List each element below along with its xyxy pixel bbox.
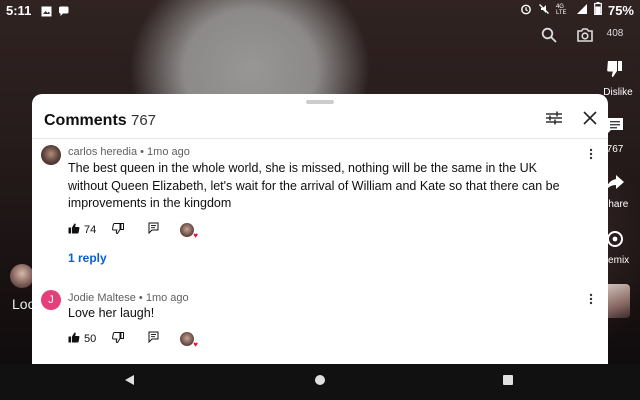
back-button[interactable] [122, 374, 138, 390]
signal-icon [576, 3, 588, 18]
close-button[interactable] [580, 110, 600, 130]
dislike-comment-button[interactable] [112, 222, 124, 238]
camera-icon [576, 28, 594, 47]
like-button[interactable]: 50 [68, 331, 96, 347]
comments-header: Comments 767 [32, 94, 608, 139]
creator-avatar: ♥ [180, 223, 198, 240]
status-right-cluster: 4G LTE 75% [520, 2, 634, 18]
heart-icon: ♥ [193, 340, 198, 349]
comment-icon [605, 118, 625, 138]
comments-count: 767 [131, 112, 157, 129]
comment-actions: 50 ♥ [68, 331, 268, 349]
assistant-icon [58, 5, 69, 16]
kebab-menu-icon [589, 292, 593, 310]
like-count: 50 [84, 333, 97, 345]
comment-more-button[interactable] [586, 148, 596, 164]
comment-text: The best queen in the whole world, she i… [68, 161, 560, 210]
reply-button[interactable] [148, 331, 160, 347]
comments-panel: Comments 767 carlos heredia • 1mo ago Th… [32, 94, 608, 364]
like-count: 74 [84, 224, 97, 236]
comments-title: Comments [44, 112, 127, 129]
thumbs-up-icon [68, 221, 80, 239]
back-triangle-icon [124, 373, 136, 391]
rail-count-item: 408 [598, 28, 632, 39]
reply-icon [148, 221, 160, 239]
creator-avatar: ♥ [180, 332, 198, 349]
comment-item: carlos heredia • 1mo ago The best queen … [32, 144, 608, 304]
share-icon [605, 175, 625, 195]
kebab-menu-icon [589, 147, 593, 165]
sort-filter-button[interactable] [544, 111, 564, 129]
heart-icon: ♥ [193, 231, 198, 240]
reply-icon [148, 330, 160, 348]
mute-icon [538, 3, 550, 18]
rail-count-label: 408 [606, 28, 624, 39]
dislike-comment-button[interactable] [112, 331, 124, 347]
view-replies-link[interactable]: 1 reply [68, 251, 107, 265]
comment-text: Love her laugh! [68, 306, 155, 320]
close-icon [583, 110, 597, 130]
like-button[interactable]: 74 [68, 222, 96, 238]
comment-author-avatar[interactable]: J [41, 290, 61, 310]
comment-author-avatar[interactable] [41, 145, 61, 165]
gallery-icon [41, 5, 52, 16]
search-icon [541, 27, 557, 47]
comment-actions: 74 ♥ [68, 222, 268, 240]
thumbs-up-icon [68, 330, 80, 348]
comment-meta: carlos heredia • 1mo ago [68, 146, 190, 158]
comment-meta: Jodie Maltese • 1mo ago [68, 292, 189, 304]
camera-button[interactable] [576, 27, 594, 48]
alarm-icon [520, 3, 532, 18]
thumbs-down-outline-icon [112, 330, 124, 348]
status-time: 5:11 [6, 2, 32, 18]
status-bar: 5:11 4G LTE 75% [0, 0, 640, 20]
search-button[interactable] [541, 27, 557, 48]
thumbs-down-outline-icon [112, 221, 124, 239]
sliders-icon [545, 111, 563, 130]
comment-item: J Jodie Maltese • 1mo ago Love her laugh… [32, 290, 608, 364]
dislike-button[interactable]: Dislike [598, 60, 633, 98]
network-label: 4G LTE [555, 4, 567, 16]
recents-square-icon [502, 373, 514, 391]
creator-heart: ♥ [180, 222, 198, 240]
recents-button[interactable] [500, 374, 516, 390]
thumbs-down-icon [605, 61, 625, 81]
home-circle-icon [314, 373, 326, 391]
battery-icon [594, 2, 602, 18]
battery-percent: 75% [607, 2, 634, 18]
creator-heart: ♥ [180, 331, 198, 349]
remix-icon [605, 231, 625, 251]
reply-button[interactable] [148, 222, 160, 238]
channel-avatar[interactable] [10, 264, 34, 288]
system-navigation-bar [0, 364, 640, 400]
home-button[interactable] [312, 374, 328, 390]
comment-more-button[interactable] [586, 293, 596, 309]
